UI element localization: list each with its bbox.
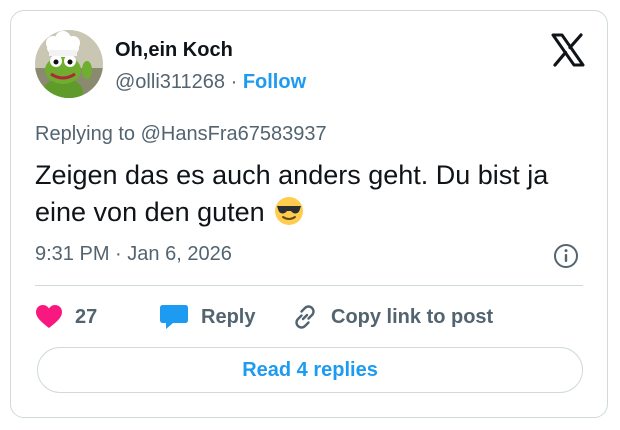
author-handle[interactable]: @olli311268 bbox=[115, 71, 225, 93]
post-date: Jan 6, 2026 bbox=[127, 243, 232, 265]
replying-to-text[interactable]: Replying to @HansFra67583937 bbox=[35, 123, 327, 146]
post-text: Zeigen das es auch anders geht. Du bist … bbox=[35, 157, 575, 231]
divider bbox=[35, 285, 583, 286]
timestamp-separator: · bbox=[115, 243, 122, 265]
speech-bubble-icon bbox=[160, 305, 188, 329]
post-timestamp[interactable]: 9:31 PM · Jan 6, 2026 bbox=[35, 243, 232, 266]
chef-frog-avatar-icon bbox=[35, 30, 103, 98]
author-display-name[interactable]: Oh,ein Koch bbox=[115, 39, 233, 62]
sunglasses-emoji-icon bbox=[275, 197, 304, 225]
follow-link[interactable]: Follow bbox=[243, 71, 306, 93]
reply-button[interactable]: Reply bbox=[159, 301, 255, 333]
x-logo-icon[interactable] bbox=[550, 32, 586, 68]
link-icon bbox=[295, 305, 315, 329]
copy-link-label: Copy link to post bbox=[331, 305, 494, 328]
like-count: 27 bbox=[75, 305, 98, 328]
author-handle-row: @olli311268 · Follow bbox=[115, 71, 306, 94]
handle-separator: · bbox=[230, 71, 238, 93]
post-time: 9:31 PM bbox=[35, 243, 110, 265]
read-replies-button[interactable]: Read 4 replies bbox=[37, 347, 583, 393]
embedded-post-card: Oh,ein Koch @olli311268 · Follow Replyin… bbox=[10, 10, 608, 418]
copy-link-button[interactable]: Copy link to post bbox=[291, 301, 493, 333]
author-avatar[interactable] bbox=[35, 30, 103, 98]
info-icon[interactable] bbox=[553, 243, 579, 269]
heart-icon bbox=[36, 305, 62, 328]
reply-label: Reply bbox=[201, 305, 256, 328]
post-actions: 27 Reply Copy link to post bbox=[35, 301, 595, 333]
like-button[interactable]: 27 bbox=[35, 301, 97, 333]
